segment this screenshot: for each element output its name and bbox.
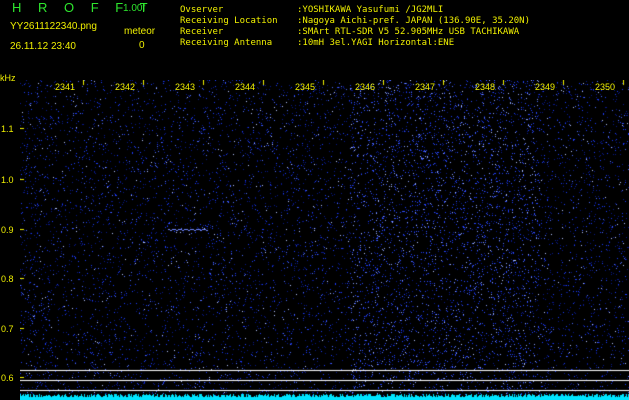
info-row-receiver: Receiver :SMArt RTL-SDR V5 52.905MHz USB … [180, 27, 530, 38]
y-tick-label: 0.7 [1, 324, 14, 334]
x-tick-label: 2345 [295, 82, 316, 92]
info-row-antenna: Receiving Antenna :10mH 3el.YAGI Horizont… [180, 38, 530, 49]
info-row-observer: Ovserver :YOSHIKAWA Yasufumi /JG2MLI [180, 5, 530, 16]
spectrogram-plot [20, 80, 629, 400]
hrofft-screen: H R O F F T 1.00f YY2611122340.png 26.11… [0, 0, 629, 400]
meteor-count: 0 [139, 40, 145, 51]
y-tick-label: 0.9 [1, 225, 14, 235]
info-value: :10mH 3el.YAGI Horizontal:ENE [297, 38, 455, 48]
info-row-location: Receiving Location :Nagoya Aichi-pref. JA… [180, 16, 530, 27]
info-key: Receiving Antenna [180, 38, 273, 48]
x-tick-label: 2349 [535, 82, 556, 92]
x-tick-label: 2346 [355, 82, 376, 92]
x-tick-label: 2348 [475, 82, 496, 92]
y-tick-label: 1.1 [1, 124, 14, 134]
image-filename: YY2611122340.png [10, 21, 97, 32]
info-key: Receiving Location [180, 16, 278, 26]
y-tick-label: 0.6 [1, 373, 14, 383]
y-axis-unit: kHz [0, 73, 16, 83]
info-key: Ovserver [180, 5, 224, 15]
capture-datetime: 26.11.12 23:40 [10, 41, 76, 52]
meteor-label: meteor [124, 26, 156, 37]
info-value: :Nagoya Aichi-pref. JAPAN (136.90E, 35.2… [297, 16, 530, 26]
y-tick-label: 0.8 [1, 274, 14, 284]
y-tick-label: 1.0 [1, 175, 14, 185]
x-tick-label: 2344 [235, 82, 256, 92]
app-version: 1.00f [123, 3, 146, 14]
info-value: :YOSHIKAWA Yasufumi /JG2MLI [297, 5, 444, 15]
x-tick-label: 2341 [55, 82, 76, 92]
info-value: :SMArt RTL-SDR V5 52.905MHz USB TACHIKAW… [297, 27, 520, 37]
x-tick-label: 2342 [115, 82, 136, 92]
station-info: Ovserver :YOSHIKAWA Yasufumi /JG2MLI Rece… [180, 5, 530, 49]
x-tick-label: 2350 [595, 82, 616, 92]
x-tick-label: 2343 [175, 82, 196, 92]
info-key: Receiver [180, 27, 224, 37]
x-tick-label: 2347 [415, 82, 436, 92]
